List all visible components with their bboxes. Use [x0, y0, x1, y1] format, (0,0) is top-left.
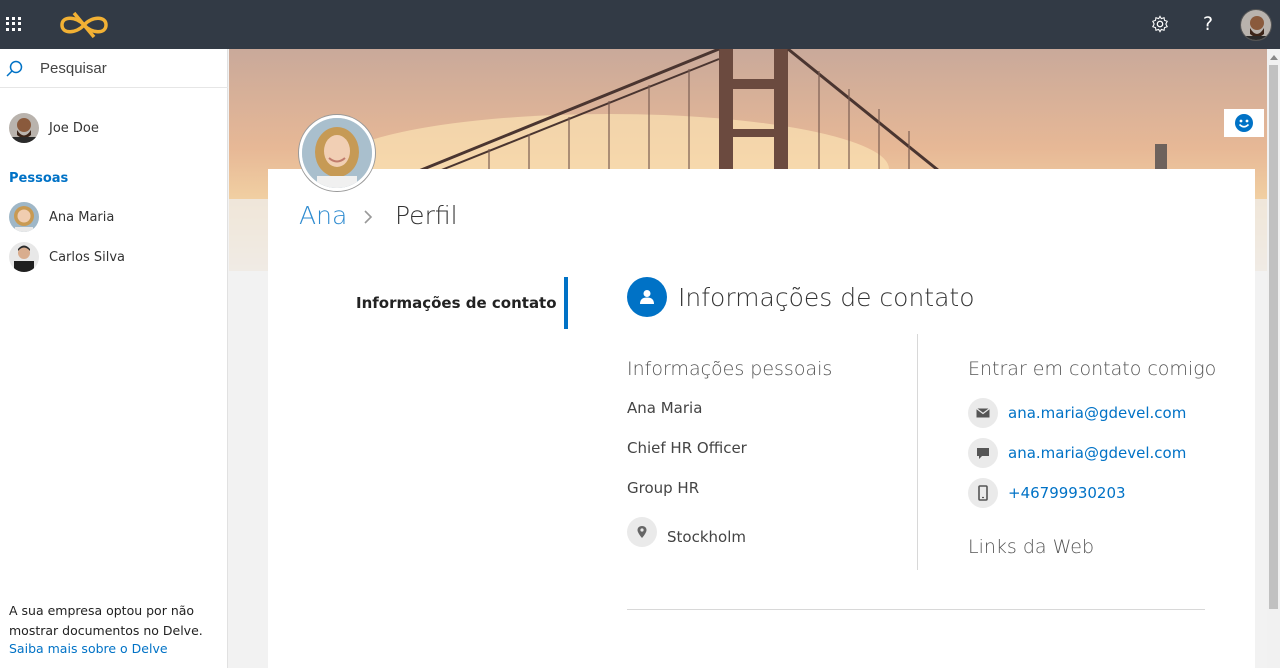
- current-user-name: Joe Doe: [49, 120, 99, 136]
- scrollbar-thumb[interactable]: [1269, 65, 1278, 609]
- app-launcher-icon[interactable]: [4, 15, 22, 33]
- contact-me-heading: Entrar em contato comigo: [968, 358, 1217, 380]
- feedback-smiley-icon[interactable]: [1224, 109, 1264, 137]
- top-bar: ?: [0, 0, 1280, 49]
- chat-icon: [968, 438, 998, 468]
- mobile-phone-icon: [968, 478, 998, 508]
- divider: [627, 609, 1205, 610]
- chat-link[interactable]: ana.maria@gdevel.com: [1008, 444, 1186, 462]
- scroll-up-icon[interactable]: [1270, 55, 1278, 60]
- job-title: Chief HR Officer: [627, 439, 747, 457]
- person-icon: [627, 277, 667, 317]
- help-icon[interactable]: ?: [1196, 12, 1220, 36]
- person-name: Ana Maria: [49, 209, 115, 225]
- left-panel: Pesquisar Joe Doe Pessoas Ana Maria Carl…: [0, 49, 228, 668]
- avatar: [9, 202, 39, 232]
- search-box[interactable]: Pesquisar: [0, 49, 228, 88]
- logo-icon[interactable]: [54, 10, 114, 40]
- avatar: [9, 113, 39, 143]
- personal-info-heading: Informações pessoais: [627, 358, 833, 380]
- profile-photo[interactable]: [299, 115, 375, 191]
- person-full-name: Ana Maria: [627, 399, 703, 417]
- search-input[interactable]: Pesquisar: [40, 60, 107, 77]
- gear-icon[interactable]: [1148, 12, 1172, 36]
- list-item[interactable]: Carlos Silva: [9, 242, 125, 272]
- web-links-heading: Links da Web: [968, 536, 1095, 558]
- tab-contact-info[interactable]: Informações de contato: [356, 294, 557, 312]
- location: Stockholm: [667, 528, 746, 546]
- section-title: Informações de contato: [678, 283, 975, 312]
- phone-link[interactable]: +46799930203: [1008, 484, 1126, 502]
- active-tab-indicator: [564, 277, 568, 329]
- chevron-right-icon: [364, 210, 373, 224]
- people-header: Pessoas: [9, 171, 69, 186]
- search-icon: [6, 60, 23, 77]
- avatar[interactable]: [1240, 9, 1272, 41]
- mail-icon: [968, 398, 998, 428]
- current-user[interactable]: Joe Doe: [9, 113, 99, 143]
- location-pin-icon: [627, 517, 657, 547]
- breadcrumb-person[interactable]: Ana: [299, 201, 347, 230]
- person-name: Carlos Silva: [49, 249, 125, 265]
- chat-row: ana.maria@gdevel.com: [968, 438, 1248, 468]
- column-divider: [917, 334, 918, 570]
- learn-more-link[interactable]: Saiba mais sobre o Delve: [9, 641, 168, 656]
- list-item[interactable]: Ana Maria: [9, 202, 114, 232]
- avatar: [9, 242, 39, 272]
- phone-row: +46799930203: [968, 478, 1248, 508]
- footer-note: A sua empresa optou por não mostrar docu…: [9, 603, 203, 638]
- page-title: Perfil: [395, 201, 458, 230]
- email-row: ana.maria@gdevel.com: [968, 398, 1248, 428]
- scrollbar[interactable]: [1267, 49, 1280, 668]
- email-link[interactable]: ana.maria@gdevel.com: [1008, 404, 1186, 422]
- department: Group HR: [627, 479, 700, 497]
